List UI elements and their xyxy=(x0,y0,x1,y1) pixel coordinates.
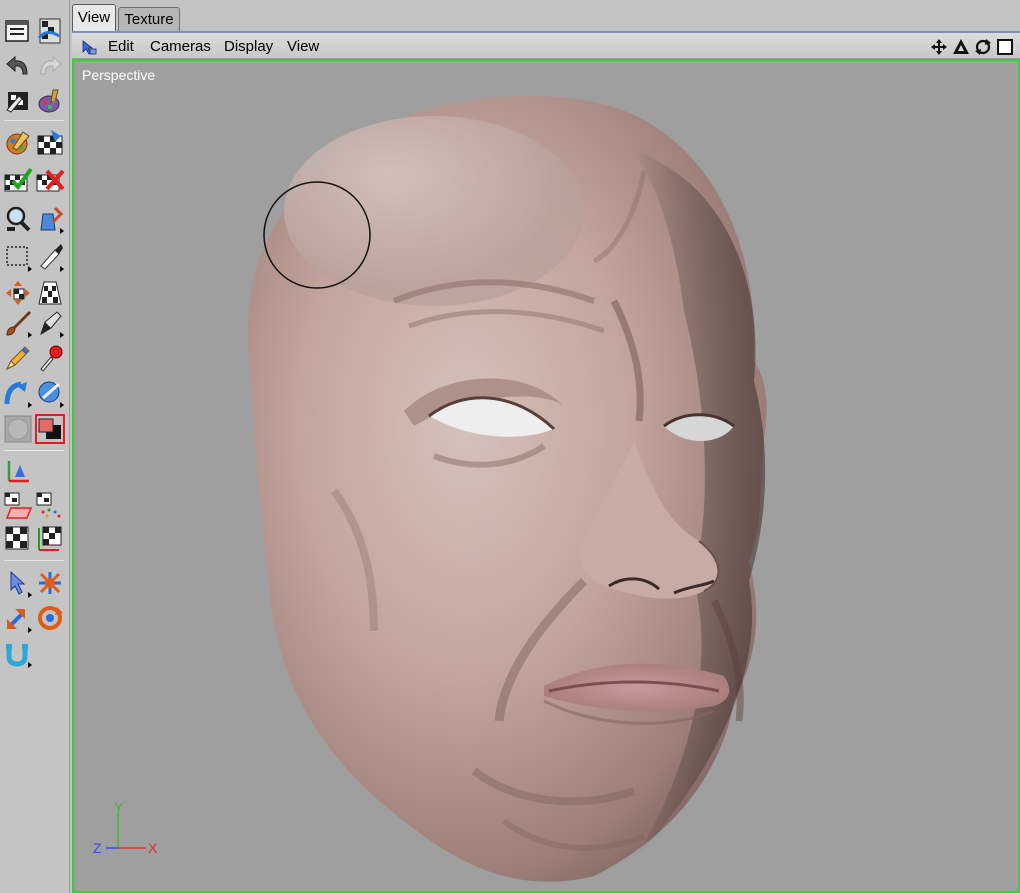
axis-label-y: Y xyxy=(114,803,124,815)
eraser-icon[interactable] xyxy=(35,308,65,338)
magnet-tool-icon[interactable] xyxy=(3,638,33,668)
brush-tool-icon[interactable] xyxy=(35,242,65,272)
move-tool-icon[interactable] xyxy=(3,278,33,308)
tab-view[interactable]: View xyxy=(72,4,116,32)
bodypaint-wizard-icon[interactable] xyxy=(3,86,33,116)
scale-tool-icon[interactable] xyxy=(3,603,33,633)
texture-view-icon[interactable] xyxy=(35,16,65,46)
smear-icon[interactable] xyxy=(35,378,65,408)
world-axis-gizmo: Y X Z xyxy=(93,803,158,856)
menu-edit[interactable]: Edit xyxy=(108,38,134,55)
tab-texture[interactable]: Texture xyxy=(118,7,180,32)
menu-view[interactable]: View xyxy=(287,38,319,55)
select-arrow-icon[interactable] xyxy=(3,568,33,598)
viewport-label: Perspective xyxy=(82,67,156,83)
maximize-view-icon[interactable] xyxy=(996,38,1014,56)
checker-grid-icon[interactable] xyxy=(35,278,65,308)
tool-palette xyxy=(0,0,70,893)
uv-polygon-icon[interactable] xyxy=(3,490,33,520)
axis-tool-icon[interactable] xyxy=(3,455,33,485)
uv-transform-icon[interactable] xyxy=(35,524,65,554)
uv-points-icon[interactable] xyxy=(35,490,65,520)
uv-checker-icon[interactable] xyxy=(3,524,33,554)
move-view-icon[interactable] xyxy=(930,38,948,56)
magnify-icon[interactable] xyxy=(3,204,33,234)
viewport-menu-icon[interactable] xyxy=(80,38,98,56)
rotate-tool-icon[interactable] xyxy=(35,603,65,633)
perspective-viewport[interactable]: Perspective Y X Z xyxy=(72,59,1020,893)
paint-setup-icon[interactable] xyxy=(35,86,65,116)
menu-display[interactable]: Display xyxy=(224,38,273,55)
axis-label-x: X xyxy=(148,840,158,856)
pencil-icon[interactable] xyxy=(3,343,33,373)
texture-checker-icon[interactable] xyxy=(35,128,65,158)
viewport-menubar: Edit Cameras Display View xyxy=(72,31,1020,59)
sphere-material-icon[interactable] xyxy=(3,414,33,444)
sculpted-head-model[interactable] xyxy=(74,61,1018,891)
rect-select-icon[interactable] xyxy=(3,242,33,272)
redo-icon[interactable] xyxy=(35,52,65,82)
menu-cameras[interactable]: Cameras xyxy=(150,38,211,55)
live-select-icon[interactable] xyxy=(35,568,65,598)
dolly-view-icon[interactable] xyxy=(952,38,970,56)
paint-brush-icon[interactable] xyxy=(3,308,33,338)
bodypaint-window: View Texture Edit Cameras Display View P… xyxy=(0,0,1020,893)
material-paint-icon[interactable] xyxy=(3,128,33,158)
undo-icon[interactable] xyxy=(3,52,33,82)
layout-icon[interactable] xyxy=(3,16,33,46)
fill-bucket-icon[interactable] xyxy=(35,204,65,234)
apply-texture-icon[interactable] xyxy=(3,165,33,195)
axis-label-z: Z xyxy=(93,840,102,856)
color-swatch-icon[interactable] xyxy=(35,414,65,444)
remove-texture-icon[interactable] xyxy=(35,165,65,195)
rotate-view-icon[interactable] xyxy=(974,38,992,56)
projection-paint-icon[interactable] xyxy=(3,378,33,408)
eyedropper-icon[interactable] xyxy=(35,343,65,373)
